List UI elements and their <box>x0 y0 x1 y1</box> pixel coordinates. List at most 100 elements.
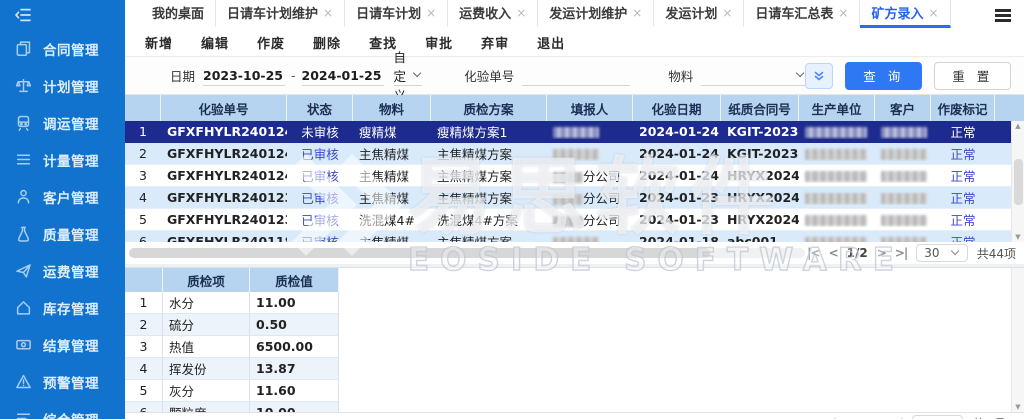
sidebar-item-调运管理[interactable]: 调运管理 <box>0 104 125 141</box>
column-header-生产单位[interactable]: 生产单位 <box>799 95 875 121</box>
prev-page-icon[interactable]: < <box>829 246 838 260</box>
producer-cell-redacted <box>799 234 875 242</box>
void-flag-cell: 正常 <box>931 210 995 229</box>
table-row[interactable]: 2GFXFHYLR240124已审核主焦精煤主焦精煤方案2024-01-24KG… <box>125 143 1024 165</box>
column-header-化验单号[interactable]: 化验单号 <box>161 95 287 121</box>
assay-date-cell: 2024-01-23 <box>633 212 721 227</box>
detail-column-header-row-number[interactable] <box>125 268 163 292</box>
void-flag-cell: 正常 <box>931 188 995 207</box>
detail-row[interactable]: 6颗粒度10.00 <box>125 402 339 412</box>
table-row[interactable]: 1GFXFHYLR240124未审核瘦精煤瘦精煤方案12024-01-24KGI… <box>125 121 1024 143</box>
assay-no-cell: GFXFHYLR240118 <box>161 234 287 242</box>
tab-close-icon[interactable]: × <box>722 6 732 20</box>
table-row[interactable]: 3GFXFHYLR240124已审核主焦精煤主焦精煤方案分公司2024-01-2… <box>125 165 1024 187</box>
tab-日请车计划维护[interactable]: 日请车计划维护× <box>216 0 345 28</box>
toolbar-button-审批[interactable]: 审批 <box>425 33 453 52</box>
reset-button[interactable]: 重 置 <box>934 62 1011 90</box>
tab-我的桌面[interactable]: 我的桌面 <box>141 0 216 28</box>
toolbar-button-编辑[interactable]: 编辑 <box>201 33 229 52</box>
total-count: 共44项 <box>977 245 1016 262</box>
page-size-select[interactable]: 30 <box>916 244 967 262</box>
detail-row[interactable]: 3热值6500.00 <box>125 336 339 358</box>
detail-row[interactable]: 5灰分11.60 <box>125 380 339 402</box>
next-page-icon[interactable]: > <box>877 246 886 260</box>
sidebar-item-合同管理[interactable]: 合同管理 <box>0 30 125 67</box>
column-header-填报人[interactable]: 填报人 <box>547 95 633 121</box>
column-header-化验日期[interactable]: 化验日期 <box>633 95 721 121</box>
producer-cell-redacted <box>799 212 875 227</box>
date-range-separator: - <box>291 68 296 83</box>
detail-row[interactable]: 1水分11.00 <box>125 292 339 314</box>
tab-close-icon[interactable]: × <box>632 6 642 20</box>
redacted-text <box>805 149 867 160</box>
detail-column-header-质检项[interactable]: 质检项 <box>163 268 250 292</box>
row-number: 6 <box>125 402 163 412</box>
tab-矿方录入[interactable]: 矿方录入× <box>860 0 950 28</box>
grid-horizontal-scrollbar[interactable] <box>129 248 805 258</box>
column-header-作废标记[interactable]: 作废标记 <box>931 95 995 121</box>
tab-close-icon[interactable]: × <box>426 6 436 20</box>
toolbar-button-删除[interactable]: 删除 <box>313 33 341 52</box>
sidebar-item-计量管理[interactable]: 计量管理 <box>0 141 125 178</box>
tab-发运计划[interactable]: 发运计划× <box>654 0 744 28</box>
first-page-icon[interactable]: |< <box>807 246 819 260</box>
date-start-input[interactable] <box>203 66 285 86</box>
tab-close-icon[interactable]: × <box>516 6 526 20</box>
scrollbar-thumb[interactable] <box>129 248 710 258</box>
row-number: 1 <box>125 292 163 313</box>
sidebar-item-运费管理[interactable]: 运费管理 <box>0 252 125 289</box>
expand-filters-button[interactable] <box>805 63 833 89</box>
detail-column-header-质检值[interactable]: 质检值 <box>250 268 339 292</box>
redacted-text <box>881 193 927 204</box>
date-mode-select[interactable]: 自定义 <box>394 66 423 86</box>
tab-发运计划维护[interactable]: 发运计划维护× <box>538 0 654 28</box>
sidebar-item-库存管理[interactable]: 库存管理 <box>0 289 125 326</box>
column-header-质检方案[interactable]: 质检方案 <box>431 95 547 121</box>
toolbar-button-退出[interactable]: 退出 <box>537 33 565 52</box>
tab-运费收入[interactable]: 运费收入× <box>448 0 538 28</box>
sidebar-item-质量管理[interactable]: 质量管理 <box>0 215 125 252</box>
table-row[interactable]: 4GFXFHYLR240123已审核主焦精煤主焦精煤方案分公司2024-01-2… <box>125 187 1024 209</box>
material-cell: 主焦精煤 <box>353 232 431 242</box>
tab-close-icon[interactable]: × <box>838 6 848 20</box>
measure-icon <box>15 151 32 168</box>
scroll-up-icon[interactable]: ▲ <box>1015 122 1020 130</box>
table-row[interactable]: 6GFXFHYLR240118已审核主焦精煤主焦精煤方案2024-01-18ab… <box>125 231 1024 242</box>
current-page: 1/2 <box>847 246 868 260</box>
last-page-icon[interactable]: >| <box>895 246 907 260</box>
tab-日请车汇总表[interactable]: 日请车汇总表× <box>744 0 860 28</box>
sidebar-item-计划管理[interactable]: 计划管理 <box>0 67 125 104</box>
grid-vertical-scrollbar[interactable]: ▲ ▼ <box>1011 121 1024 242</box>
page-size-select[interactable]: 30 <box>912 415 963 419</box>
scroll-down-icon[interactable]: ▼ <box>1015 403 1020 411</box>
table-row[interactable]: 5GFXFHYLR240123已审核洗混煤4#洗混煤4#方案分公司2024-01… <box>125 209 1024 231</box>
sidebar-item-结算管理[interactable]: 结算管理 <box>0 326 125 363</box>
material-select[interactable] <box>701 66 805 86</box>
toolbar-button-作废[interactable]: 作废 <box>257 33 285 52</box>
detail-vertical-scrollbar[interactable]: ▼ <box>1011 268 1024 412</box>
column-header-状态[interactable]: 状态 <box>287 95 353 121</box>
sidebar-item-预警管理[interactable]: 预警管理 <box>0 363 125 400</box>
assay-no-input[interactable] <box>522 66 630 86</box>
date-end-input[interactable] <box>302 66 384 86</box>
scrollbar-thumb[interactable] <box>1014 159 1023 205</box>
material-cell: 主焦精煤 <box>353 188 431 207</box>
scroll-down-icon[interactable]: ▼ <box>1015 233 1020 241</box>
column-header-物料[interactable]: 物料 <box>353 95 431 121</box>
toolbar-button-弃审[interactable]: 弃审 <box>481 33 509 52</box>
sidebar-item-客户管理[interactable]: 客户管理 <box>0 178 125 215</box>
tab-close-icon[interactable]: × <box>929 6 939 20</box>
column-header-row-number[interactable] <box>125 95 161 121</box>
toolbar-button-新增[interactable]: 新增 <box>145 33 173 52</box>
search-button[interactable]: 查 询 <box>845 62 922 90</box>
detail-header-row: 质检项质检值 <box>125 268 339 292</box>
column-header-客户[interactable]: 客户 <box>875 95 931 121</box>
sidebar-item-综合管理[interactable]: 综合管理 <box>0 400 125 419</box>
collapse-sidebar-icon[interactable] <box>14 6 32 24</box>
tab-日请车计划[interactable]: 日请车计划× <box>345 0 448 28</box>
detail-row[interactable]: 4挥发份13.87 <box>125 358 339 380</box>
tab-overflow-menu-icon[interactable] <box>995 9 1011 12</box>
detail-row[interactable]: 2硫分0.50 <box>125 314 339 336</box>
column-header-纸质合同号[interactable]: 纸质合同号 <box>721 95 799 121</box>
tab-close-icon[interactable]: × <box>323 6 333 20</box>
